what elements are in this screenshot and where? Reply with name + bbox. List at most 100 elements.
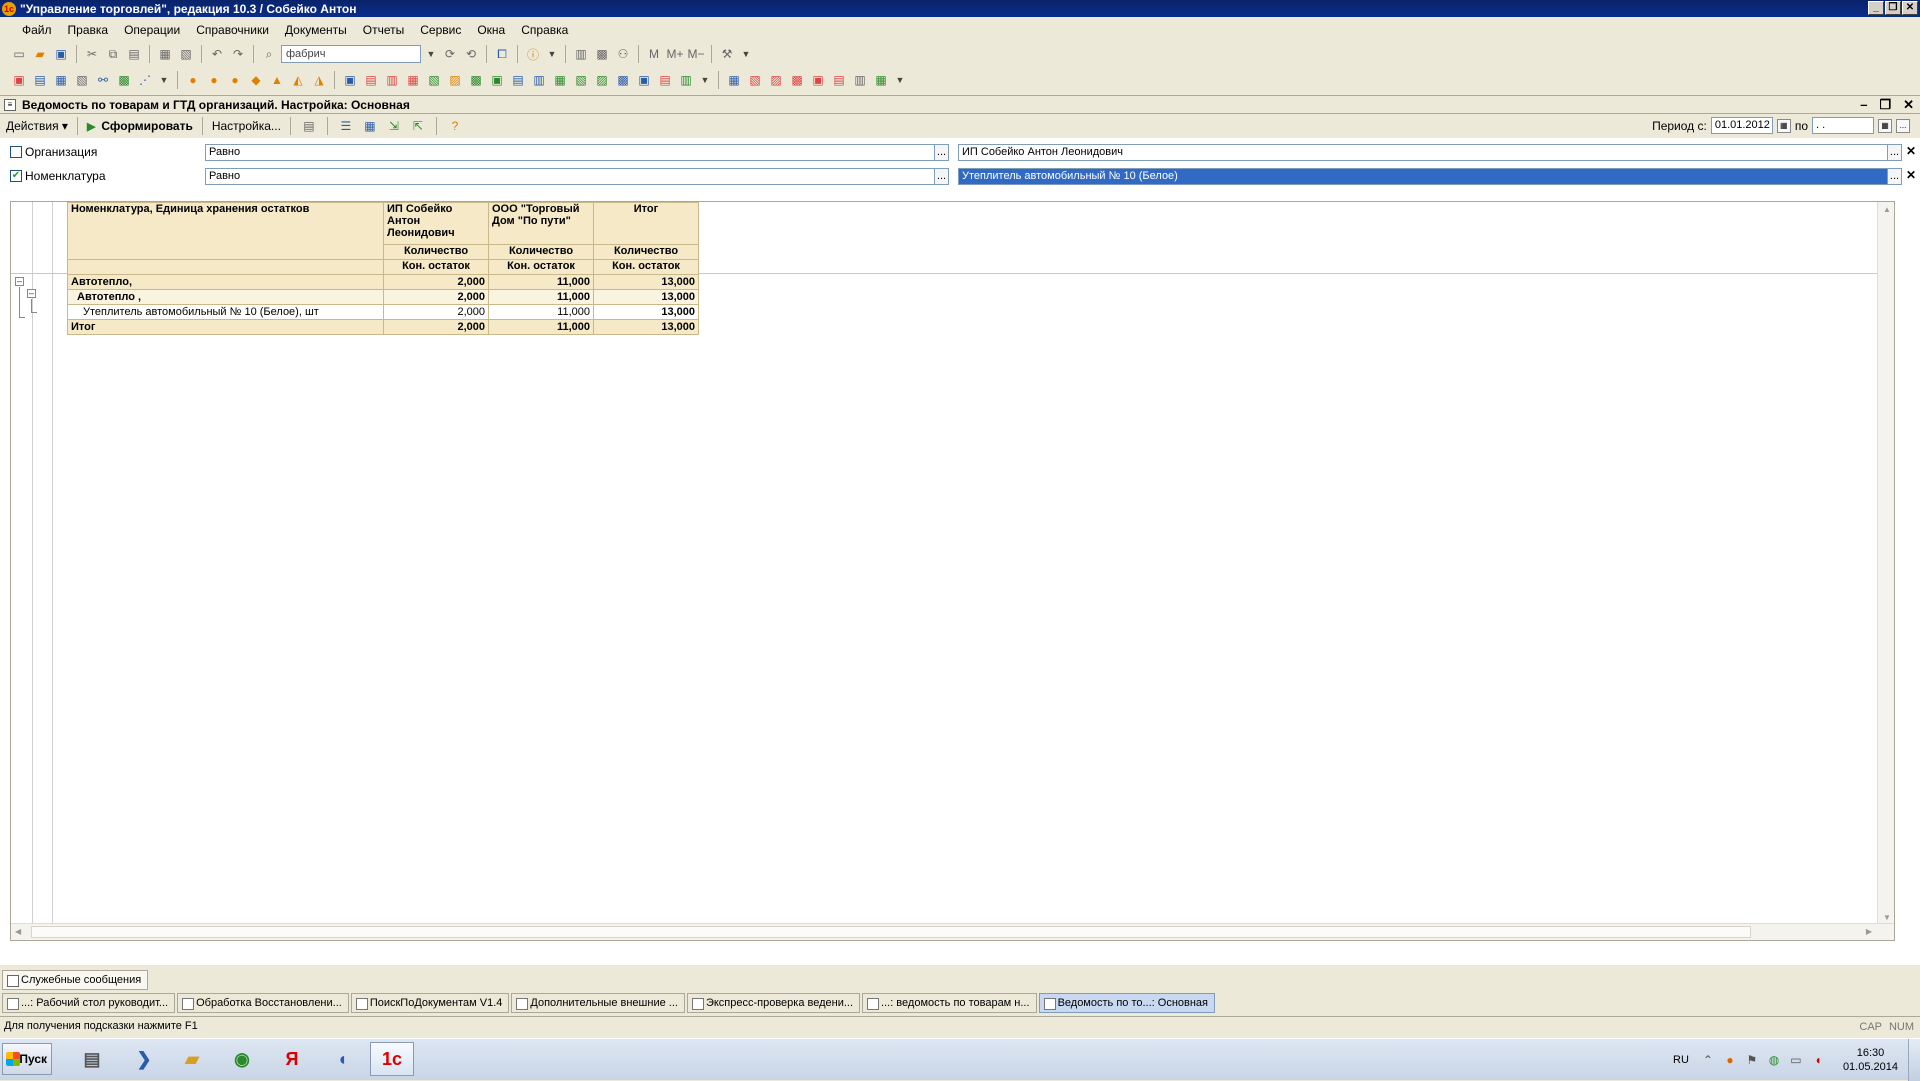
info-icon[interactable]: ⓘ: [524, 45, 542, 63]
binoculars-icon[interactable]: ⚯: [94, 71, 112, 89]
memory-m-button[interactable]: M: [645, 45, 663, 63]
menu-references[interactable]: Справочники: [188, 23, 277, 37]
report-red-icon[interactable]: ▣: [10, 71, 28, 89]
pinned-app-chrome-icon[interactable]: ◉: [220, 1042, 264, 1076]
restore-button[interactable]: ❐: [1885, 1, 1901, 15]
generate-button[interactable]: ▶ Сформировать: [87, 119, 193, 133]
report-print-icon[interactable]: ▦: [52, 71, 70, 89]
copy-icon[interactable]: ⧉: [104, 45, 122, 63]
service-messages-tab[interactable]: Служебные сообщения: [2, 970, 149, 990]
menu-reports[interactable]: Отчеты: [355, 23, 412, 37]
report-restore-button[interactable]: ❐: [1879, 97, 1891, 113]
print-preview-icon[interactable]: ▧: [177, 45, 195, 63]
filter-condition-select-button[interactable]: ...: [935, 144, 949, 161]
minimize-button[interactable]: _: [1868, 1, 1884, 15]
tray-expand-icon[interactable]: ⌃: [1700, 1052, 1716, 1068]
doc-icon-15[interactable]: ▣: [635, 71, 653, 89]
period-select-button[interactable]: ...: [1896, 118, 1910, 133]
doc-icon-8[interactable]: ▣: [488, 71, 506, 89]
filter-value-select-button[interactable]: ...: [1888, 144, 1902, 161]
info-dropdown-icon[interactable]: ▼: [545, 45, 559, 63]
doc-icon-11[interactable]: ▦: [551, 71, 569, 89]
filter-condition-select-button[interactable]: ...: [935, 168, 949, 185]
tray-app-icon[interactable]: ●: [1722, 1052, 1738, 1068]
filter-value-organization[interactable]: ИП Собейко Антон Леонидович: [958, 144, 1888, 161]
doc-icon-9[interactable]: ▤: [509, 71, 527, 89]
tray-volume-icon[interactable]: ◖: [1810, 1052, 1826, 1068]
doc-icon-3[interactable]: ▥: [383, 71, 401, 89]
filter-clear-button[interactable]: ✕: [1904, 168, 1918, 185]
table-total-row[interactable]: Итог 2,000 11,000 13,000: [67, 319, 699, 335]
calendar-to-icon[interactable]: ▦: [1878, 118, 1892, 133]
window-tab[interactable]: Экспресс-проверка ведени...: [686, 993, 861, 1013]
filter-condition-organization[interactable]: Равно: [205, 144, 935, 161]
doc-icon-7[interactable]: ▩: [467, 71, 485, 89]
doc-icon-14[interactable]: ▩: [614, 71, 632, 89]
doc-icon-4[interactable]: ▦: [404, 71, 422, 89]
users-icon[interactable]: ⚇: [614, 45, 632, 63]
redo-icon[interactable]: ↷: [229, 45, 247, 63]
report-minimize-button[interactable]: –: [1860, 97, 1867, 113]
goods-return-icon[interactable]: ●: [226, 71, 244, 89]
doc-icon-13[interactable]: ▨: [593, 71, 611, 89]
calculator-icon[interactable]: ▩: [593, 45, 611, 63]
table-icon[interactable]: ▩: [115, 71, 133, 89]
menu-service[interactable]: Сервис: [412, 23, 469, 37]
export-icon[interactable]: ⇲: [385, 117, 403, 135]
horizontal-scroll-thumb[interactable]: [31, 926, 1751, 938]
doc-icon-17[interactable]: ▥: [677, 71, 695, 89]
language-indicator[interactable]: RU: [1673, 1054, 1689, 1066]
window-tab[interactable]: Дополнительные внешние ...: [511, 993, 685, 1013]
search-input[interactable]: фабрич: [281, 45, 421, 63]
window-tab-active[interactable]: Ведомость по то...: Основная: [1038, 993, 1216, 1013]
close-button[interactable]: ✕: [1902, 1, 1918, 15]
menu-operations[interactable]: Операции: [116, 23, 188, 37]
doc-icon-10[interactable]: ▥: [530, 71, 548, 89]
window-tab[interactable]: ...: Рабочий стол руководит...: [2, 993, 176, 1013]
cash-icon[interactable]: ◆: [247, 71, 265, 89]
windows-icon[interactable]: ⧠: [493, 45, 511, 63]
scroll-left-icon[interactable]: ◀: [15, 927, 21, 936]
scroll-up-icon[interactable]: ▲: [1883, 205, 1891, 214]
filter-clear-button[interactable]: ✕: [1904, 144, 1918, 161]
doc-icon-24[interactable]: ▥: [851, 71, 869, 89]
doc-icon-21[interactable]: ▩: [788, 71, 806, 89]
report-spreadsheet[interactable]: – – Номенклатура, Единица хранения остат…: [10, 201, 1895, 941]
clock[interactable]: 16:30 01.05.2014: [1843, 1046, 1898, 1074]
show-desktop-button[interactable]: [1908, 1039, 1920, 1081]
new-document-icon[interactable]: ▭: [10, 45, 28, 63]
doc-icon-2[interactable]: ▤: [362, 71, 380, 89]
collapse-group-icon[interactable]: –: [15, 277, 24, 286]
tray-network-icon[interactable]: ◍: [1766, 1052, 1782, 1068]
filter-checkbox-organization[interactable]: [10, 146, 22, 158]
writeoff-icon[interactable]: ◮: [310, 71, 328, 89]
table-row[interactable]: Автотепло, 2,000 11,000 13,000: [67, 274, 699, 290]
printer-icon[interactable]: ▧: [73, 71, 91, 89]
tools-dropdown-icon[interactable]: ▼: [739, 45, 753, 63]
doc-icon-25[interactable]: ▦: [872, 71, 890, 89]
vertical-scrollbar[interactable]: ▲ ▼: [1877, 202, 1894, 925]
doc-dropdown-icon[interactable]: ▼: [698, 71, 712, 89]
menu-edit[interactable]: Правка: [60, 23, 117, 37]
report-stack-icon[interactable]: ▤: [31, 71, 49, 89]
window-tab[interactable]: ПоискПоДокументам V1.4: [350, 993, 510, 1013]
calendar-icon[interactable]: ▥: [572, 45, 590, 63]
table-row[interactable]: Утеплитель автомобильный № 10 (Белое), ш…: [67, 304, 699, 320]
help-icon[interactable]: ?: [446, 117, 464, 135]
table-row[interactable]: Автотепло , 2,000 11,000 13,000: [67, 289, 699, 305]
paste-icon[interactable]: ▤: [125, 45, 143, 63]
find-next-icon[interactable]: ⟳: [441, 45, 459, 63]
transfer-icon[interactable]: ◭: [289, 71, 307, 89]
filter-condition-nomenclature[interactable]: Равно: [205, 168, 935, 185]
filter-value-nomenclature[interactable]: Утеплитель автомобильный № 10 (Белое): [958, 168, 1888, 185]
tray-flag-icon[interactable]: ⚑: [1744, 1052, 1760, 1068]
memory-plus-button[interactable]: M+: [666, 45, 684, 63]
tools-icon[interactable]: ⚒: [718, 45, 736, 63]
goods-receipt-icon[interactable]: ●: [184, 71, 202, 89]
pinned-app-1c-icon[interactable]: 1с: [370, 1042, 414, 1076]
doc-icon-5[interactable]: ▧: [425, 71, 443, 89]
doc-icon-20[interactable]: ▨: [767, 71, 785, 89]
start-button[interactable]: Пуск: [2, 1043, 52, 1075]
doc-icon-18[interactable]: ▦: [725, 71, 743, 89]
undo-icon[interactable]: ↶: [208, 45, 226, 63]
